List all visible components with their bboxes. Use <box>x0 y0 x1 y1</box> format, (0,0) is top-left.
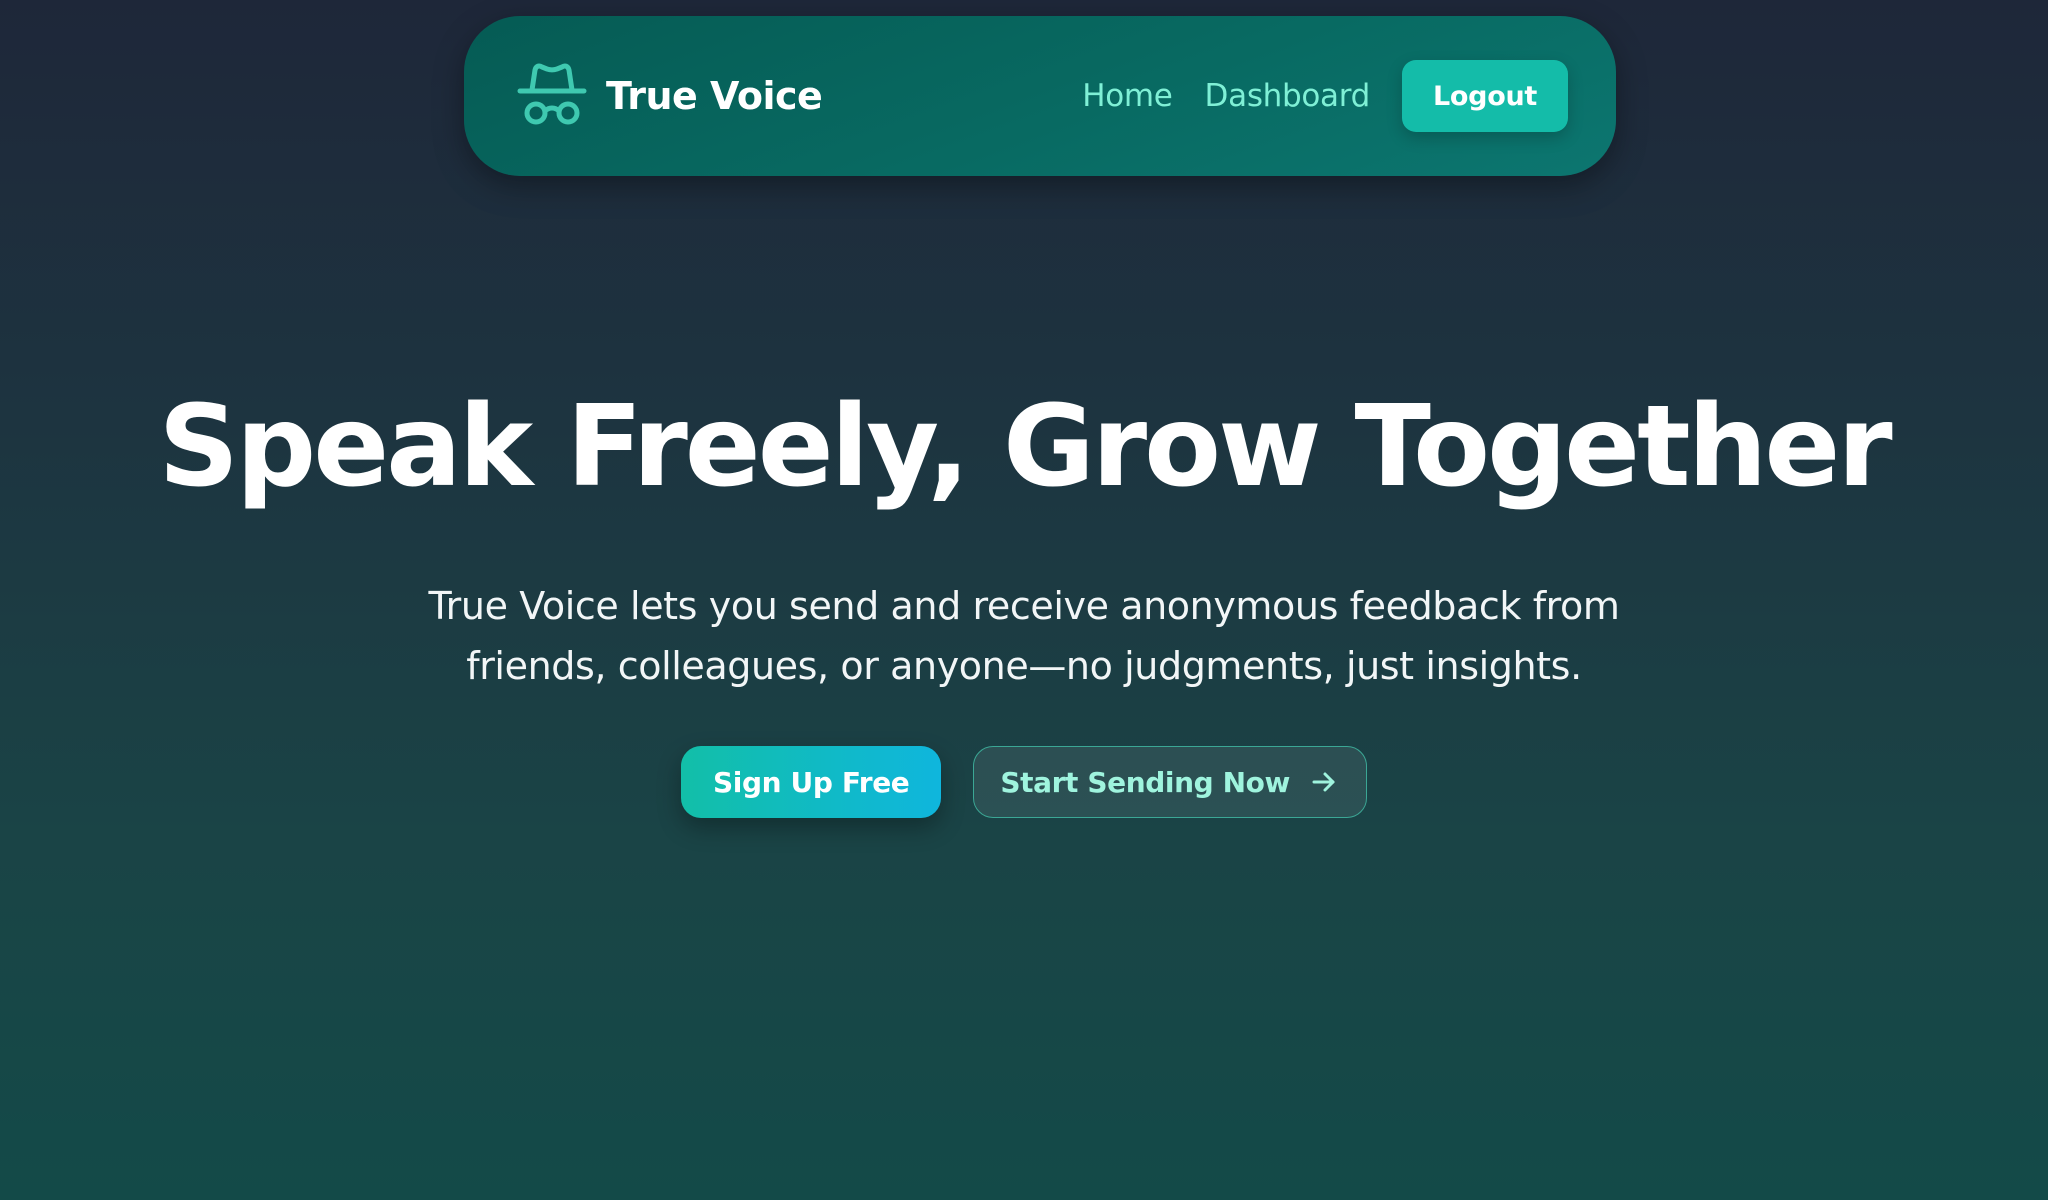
brand[interactable]: True Voice <box>514 58 823 134</box>
nav-links: Home Dashboard Logout <box>1082 60 1568 132</box>
sign-up-button-label: Sign Up Free <box>713 765 910 799</box>
start-sending-button-label: Start Sending Now <box>1000 765 1290 799</box>
logout-button[interactable]: Logout <box>1402 60 1568 132</box>
nav-link-home[interactable]: Home <box>1082 78 1173 114</box>
incognito-icon <box>514 58 590 134</box>
sign-up-button[interactable]: Sign Up Free <box>681 746 942 819</box>
hero-actions: Sign Up Free Start Sending Now <box>0 746 2048 819</box>
hero-subtitle: True Voice lets you send and receive ano… <box>428 584 1620 689</box>
hero-title: Speak Freely, Grow Together <box>158 382 1892 512</box>
brand-name: True Voice <box>606 74 823 118</box>
arrow-right-icon <box>1310 768 1338 796</box>
navbar: True Voice Home Dashboard Logout <box>464 16 1616 176</box>
start-sending-button[interactable]: Start Sending Now <box>973 746 1367 819</box>
hero-section: Speak Freely, Grow Together True Voice l… <box>0 380 2048 819</box>
nav-link-dashboard[interactable]: Dashboard <box>1205 78 1371 114</box>
